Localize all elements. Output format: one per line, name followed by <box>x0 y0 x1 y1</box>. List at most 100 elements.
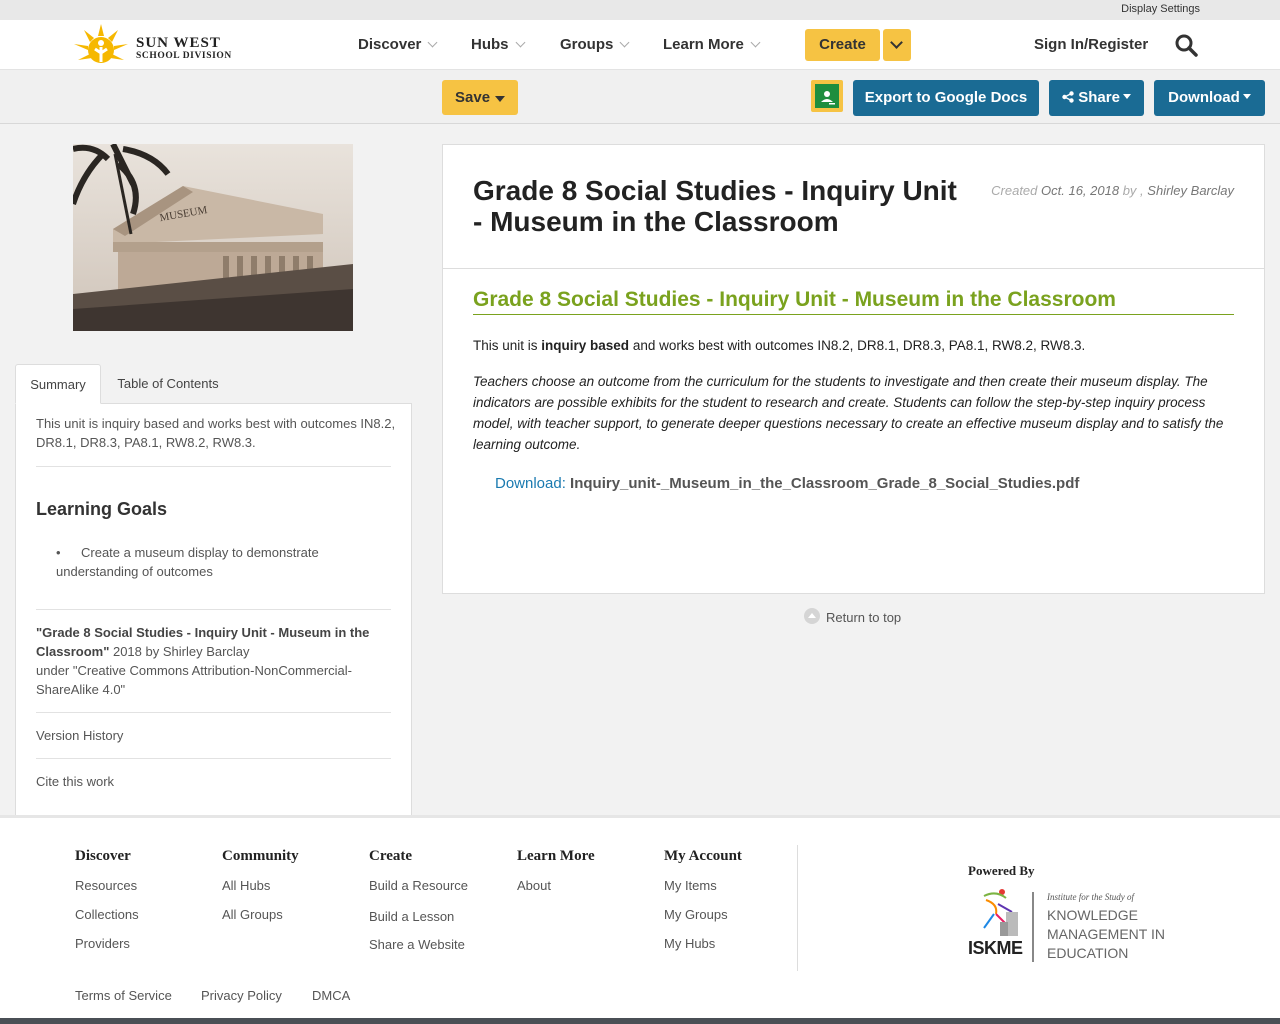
footer-link-my-hubs[interactable]: My Hubs <box>664 936 715 951</box>
display-settings-link[interactable]: Display Settings <box>1121 3 1200 15</box>
description-paragraph: Teachers choose an outcome from the curr… <box>473 374 1224 452</box>
created-by-label: by , <box>1122 183 1144 198</box>
footer-link-all-groups[interactable]: All Groups <box>222 907 283 922</box>
divider <box>443 268 1264 269</box>
create-dropdown-button[interactable] <box>883 29 911 61</box>
return-to-top-link[interactable]: Return to top <box>804 608 901 625</box>
created-label: Created <box>991 183 1038 198</box>
iskme-logo[interactable]: ISKME Institute for the Study of KNOWLED… <box>968 888 1178 968</box>
license-attribution: "Grade 8 Social Studies - Inquiry Unit -… <box>36 623 376 699</box>
powered-by-label: Powered By <box>968 863 1035 878</box>
bullet-icon: • <box>56 545 61 560</box>
content-heading: Grade 8 Social Studies - Inquiry Unit - … <box>473 288 1234 315</box>
nav-discover[interactable]: Discover <box>358 36 438 53</box>
resource-title: Grade 8 Social Studies - Inquiry Unit - … <box>473 175 957 237</box>
summary-panel: This unit is inquiry based and works bes… <box>15 403 412 815</box>
download-attachment: Download: Inquiry_unit-_Museum_in_the_Cl… <box>495 475 1079 492</box>
footer-link-build-resource[interactable]: Build a Resource <box>369 878 468 893</box>
google-classroom-icon[interactable] <box>811 80 843 112</box>
footer-link-build-lesson[interactable]: Build a Lesson <box>369 909 454 924</box>
terms-of-service-link[interactable]: Terms of Service <box>75 988 172 1003</box>
created-meta: Created Oct. 16, 2018 by , Shirley Barcl… <box>991 183 1234 198</box>
dmca-link[interactable]: DMCA <box>312 988 350 1003</box>
footer-heading-create: Create <box>369 848 413 864</box>
chevron-down-icon <box>427 37 438 48</box>
chevron-down-icon <box>750 37 761 48</box>
logo-title: SUN WEST <box>136 35 221 51</box>
tab-summary[interactable]: Summary <box>15 364 101 404</box>
site-footer: Discover Resources Collections Providers… <box>0 815 1280 1024</box>
resource-cover-image: MUSEUM <box>73 144 353 331</box>
caret-down-icon <box>1122 94 1131 99</box>
download-label[interactable]: Download: <box>495 475 570 492</box>
export-google-docs-button[interactable]: Export to Google Docs <box>853 80 1039 116</box>
footer-heading-learn-more: Learn More <box>517 848 595 864</box>
learning-goals-heading: Learning Goals <box>36 499 168 519</box>
nav-learn-more-label: Learn More <box>663 36 744 53</box>
museum-building-image: MUSEUM <box>73 144 353 331</box>
divider <box>36 466 391 467</box>
save-button[interactable]: Save <box>442 80 518 115</box>
footer-bottom-bar <box>0 1018 1280 1024</box>
caret-down-icon <box>495 96 505 102</box>
nav-learn-more[interactable]: Learn More <box>663 36 761 53</box>
privacy-policy-link[interactable]: Privacy Policy <box>201 988 282 1003</box>
download-label: Download <box>1168 89 1240 106</box>
share-icon <box>1062 91 1074 103</box>
download-button[interactable]: Download <box>1154 80 1265 116</box>
logo-subtitle: SCHOOL DIVISION <box>136 51 232 61</box>
footer-heading-discover: Discover <box>75 848 131 864</box>
footer-link-my-groups[interactable]: My Groups <box>664 907 728 922</box>
download-file-link[interactable]: Inquiry_unit-_Museum_in_the_Classroom_Gr… <box>570 475 1079 492</box>
sun-west-logo[interactable]: SUN WEST SCHOOL DIVISION <box>70 22 240 68</box>
nav-discover-label: Discover <box>358 36 422 53</box>
cite-this-work-link[interactable]: Cite this work <box>36 772 114 791</box>
resource-content-card: Grade 8 Social Studies - Inquiry Unit - … <box>442 144 1265 594</box>
sun-logo-icon <box>74 24 128 63</box>
nav-groups[interactable]: Groups <box>560 36 630 53</box>
chevron-down-icon <box>515 37 525 48</box>
created-date: Oct. 16, 2018 <box>1041 183 1120 198</box>
footer-link-resources[interactable]: Resources <box>75 878 137 893</box>
nav-hubs[interactable]: Hubs <box>471 36 525 53</box>
utility-bar: Display Settings <box>0 0 1280 20</box>
footer-divider <box>797 845 798 971</box>
sign-in-register-link[interactable]: Sign In/Register <box>1034 36 1148 53</box>
version-history-link[interactable]: Version History <box>36 726 123 745</box>
arrow-up-icon <box>804 608 820 624</box>
footer-link-share-website[interactable]: Share a Website <box>369 937 465 952</box>
save-label: Save <box>455 89 491 106</box>
share-button[interactable]: Share <box>1049 80 1144 116</box>
iskme-tagline: Institute for the Study of <box>1047 892 1134 902</box>
search-icon[interactable] <box>1174 33 1198 57</box>
create-button[interactable]: Create <box>805 29 880 61</box>
iskme-wordmark: ISKME <box>968 938 1023 958</box>
footer-link-providers[interactable]: Providers <box>75 936 130 951</box>
learning-goal-item: • Create a museum display to demonstrate… <box>56 543 346 581</box>
footer-link-about[interactable]: About <box>517 878 551 893</box>
site-header: SUN WEST SCHOOL DIVISION Discover Hubs G… <box>0 20 1280 70</box>
footer-link-all-hubs[interactable]: All Hubs <box>222 878 270 893</box>
nav-groups-label: Groups <box>560 36 614 53</box>
divider <box>36 758 391 759</box>
footer-link-collections[interactable]: Collections <box>75 907 139 922</box>
iskme-divider <box>1032 892 1034 962</box>
classroom-person-icon <box>821 91 835 105</box>
chevron-down-icon <box>890 36 903 49</box>
nav-hubs-label: Hubs <box>471 36 509 53</box>
tab-table-of-contents[interactable]: Table of Contents <box>108 364 228 404</box>
share-label: Share <box>1078 89 1120 106</box>
iskme-figure-icon <box>983 889 1018 936</box>
iskme-name-line2: MANAGEMENT IN <box>1047 926 1165 942</box>
intro-paragraph: This unit is inquiry based and works bes… <box>473 335 1238 356</box>
license-year-author: 2018 by Shirley Barclay <box>109 644 250 659</box>
iskme-name-line1: KNOWLEDGE <box>1047 907 1139 923</box>
footer-link-my-items[interactable]: My Items <box>664 878 717 893</box>
intro-text-start: This unit is <box>473 338 542 353</box>
resource-toolbar: Save Export to Google Docs Share Downloa… <box>0 70 1280 124</box>
author-link[interactable]: Shirley Barclay <box>1147 183 1234 198</box>
license-name[interactable]: under "Creative Commons Attribution-NonC… <box>36 663 352 697</box>
footer-heading-community: Community <box>222 848 299 864</box>
intro-text-bold: inquiry based <box>541 338 630 353</box>
return-to-top-label: Return to top <box>826 610 902 625</box>
